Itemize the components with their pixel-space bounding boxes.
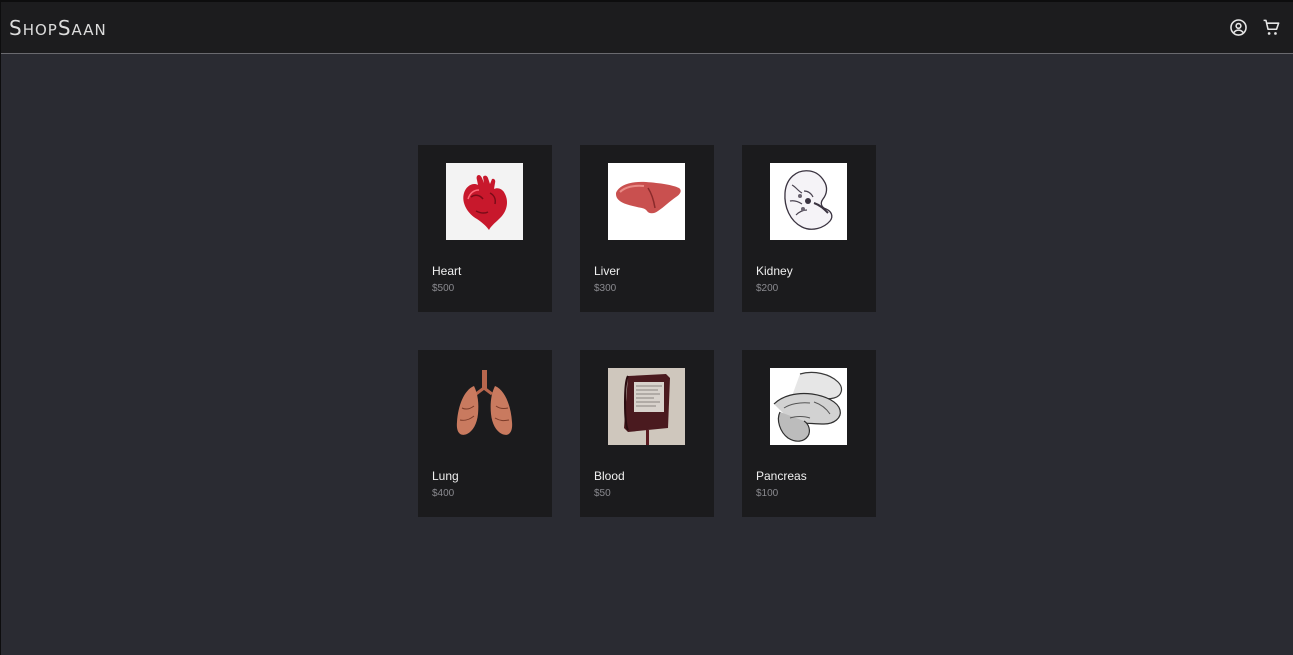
lung-image — [446, 368, 523, 445]
product-name: Heart — [432, 264, 462, 278]
product-name: Lung — [432, 469, 459, 483]
product-name: Kidney — [756, 264, 793, 278]
liver-image — [608, 163, 685, 240]
top-app-bar: SHOPSAAN — [1, 2, 1293, 54]
product-card-liver[interactable]: Liver $300 — [580, 145, 714, 312]
product-price: $300 — [594, 283, 617, 294]
product-card-lung[interactable]: Lung $400 — [418, 350, 552, 517]
product-price: $500 — [432, 283, 455, 294]
product-card-pancreas[interactable]: Pancreas $100 — [742, 350, 876, 517]
product-card-blood[interactable]: Blood $50 — [580, 350, 714, 517]
pancreas-image — [770, 368, 847, 445]
product-grid: Heart $500 Liver $300 Kidney $200 Lung $… — [418, 145, 876, 517]
blood-image — [608, 368, 685, 445]
product-name: Pancreas — [756, 469, 807, 483]
heart-image — [446, 163, 523, 240]
product-name: Liver — [594, 264, 621, 278]
header-actions — [1229, 18, 1281, 37]
product-card-kidney[interactable]: Kidney $200 — [742, 145, 876, 312]
kidney-image — [770, 163, 847, 240]
shopping-cart-icon[interactable] — [1262, 18, 1281, 37]
brand-logo[interactable]: SHOPSAAN — [9, 18, 107, 38]
product-card-heart[interactable]: Heart $500 — [418, 145, 552, 312]
product-price: $200 — [756, 283, 779, 294]
product-price: $100 — [756, 488, 779, 499]
account-circle-icon[interactable] — [1229, 18, 1248, 37]
product-price: $50 — [594, 488, 611, 499]
product-name: Blood — [594, 469, 625, 483]
product-price: $400 — [432, 488, 455, 499]
